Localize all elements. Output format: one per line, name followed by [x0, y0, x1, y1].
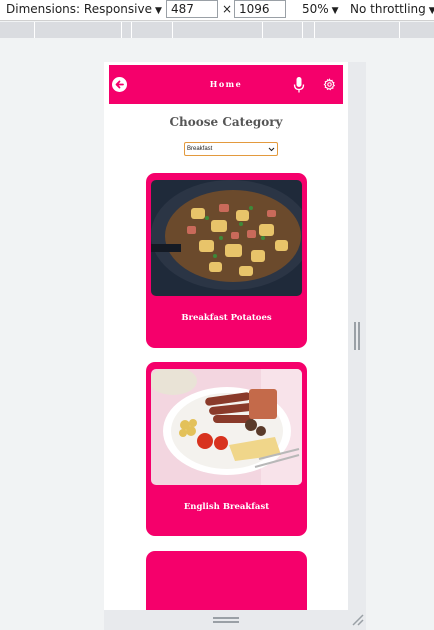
devtools-toolbar: Dimensions: Responsive ▼ 487 × 1096 50% ▼ …: [0, 0, 434, 21]
dimensions-label: Dimensions: Responsive: [6, 2, 152, 16]
height-input[interactable]: 1096: [234, 0, 286, 18]
chevron-down-icon: ▼: [154, 6, 162, 16]
width-input[interactable]: 487: [166, 0, 218, 18]
recipe-image-english-breakfast: [151, 369, 302, 485]
ruler-divider: [34, 22, 35, 38]
recipe-name: Breakfast Potatoes: [181, 313, 272, 323]
recipe-card[interactable]: [146, 551, 307, 610]
resize-handle-bottom[interactable]: [213, 617, 239, 623]
recipe-card[interactable]: Breakfast Potatoes: [146, 173, 307, 348]
recipe-image-breakfast-potatoes: [151, 180, 302, 296]
category-select[interactable]: Breakfast: [184, 142, 278, 156]
recipe-name: English Breakfast: [183, 502, 270, 512]
throttling-dropdown[interactable]: No throttling ▼: [350, 0, 434, 21]
gear-icon[interactable]: [323, 78, 336, 91]
recipe-card[interactable]: English Breakfast: [146, 362, 307, 536]
category-selected-value: Breakfast: [187, 146, 213, 152]
microphone-icon[interactable]: [293, 76, 305, 94]
chevron-down-icon: ▼: [331, 6, 339, 16]
ruler-divider: [262, 22, 263, 38]
zoom-dropdown[interactable]: 50% ▼: [302, 0, 339, 21]
ruler-divider: [172, 22, 173, 38]
resize-handle-right[interactable]: [354, 322, 360, 350]
throttling-label: No throttling: [350, 2, 426, 16]
dimensions-dropdown[interactable]: Dimensions: Responsive ▼: [6, 0, 162, 21]
choose-category-title: Choose Category: [169, 115, 283, 129]
app-header: Home: [109, 65, 343, 104]
chevron-down-icon: [268, 147, 275, 152]
device-screen: Home Choose Category Breakfast Breakfast…: [104, 62, 348, 610]
ruler-divider: [131, 22, 132, 38]
media-query-ruler[interactable]: [0, 22, 434, 38]
header-title: Home: [209, 79, 243, 89]
zoom-label: 50%: [302, 2, 329, 16]
ruler-divider: [302, 22, 303, 38]
chevron-down-icon: ▼: [428, 6, 434, 16]
ruler-divider: [121, 22, 122, 38]
resize-handle-corner[interactable]: [350, 612, 364, 626]
times-sign: ×: [222, 2, 233, 16]
ruler-divider: [314, 22, 315, 38]
ruler-divider: [399, 22, 400, 38]
